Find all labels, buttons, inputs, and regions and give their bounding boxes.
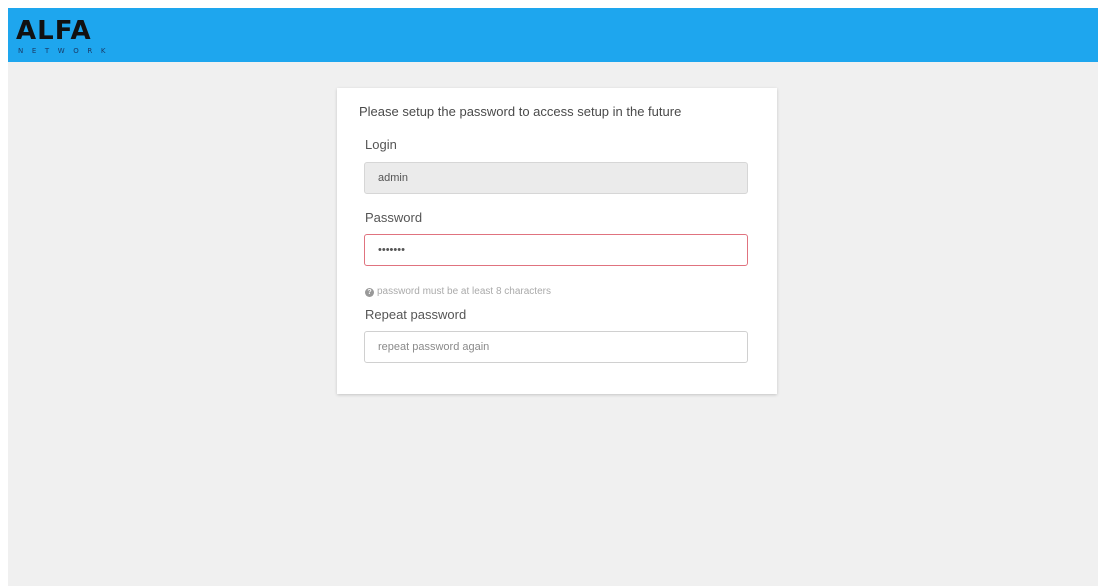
login-label: Login: [365, 137, 397, 152]
password-setup-card: Please setup the password to access setu…: [337, 88, 777, 394]
logo-wordmark: ALFA: [16, 16, 92, 46]
top-bar: ALFA NETWORK: [8, 8, 1098, 62]
password-label: Password: [365, 210, 423, 225]
setup-heading: Please setup the password to access setu…: [359, 104, 682, 119]
repeat-password-field[interactable]: [364, 331, 748, 363]
logo-subtext: NETWORK: [18, 47, 115, 55]
password-field[interactable]: [364, 234, 748, 266]
alfa-network-logo: ALFA NETWORK: [16, 18, 141, 62]
password-hint: ? password must be at least 8 characters: [365, 286, 551, 297]
repeat-password-label: Repeat password: [365, 307, 467, 322]
question-circle-icon: ?: [365, 288, 374, 297]
login-field[interactable]: [364, 162, 748, 194]
page-background: ALFA NETWORK Please setup the password t…: [8, 8, 1098, 586]
password-hint-text: password must be at least 8 characters: [377, 286, 551, 297]
